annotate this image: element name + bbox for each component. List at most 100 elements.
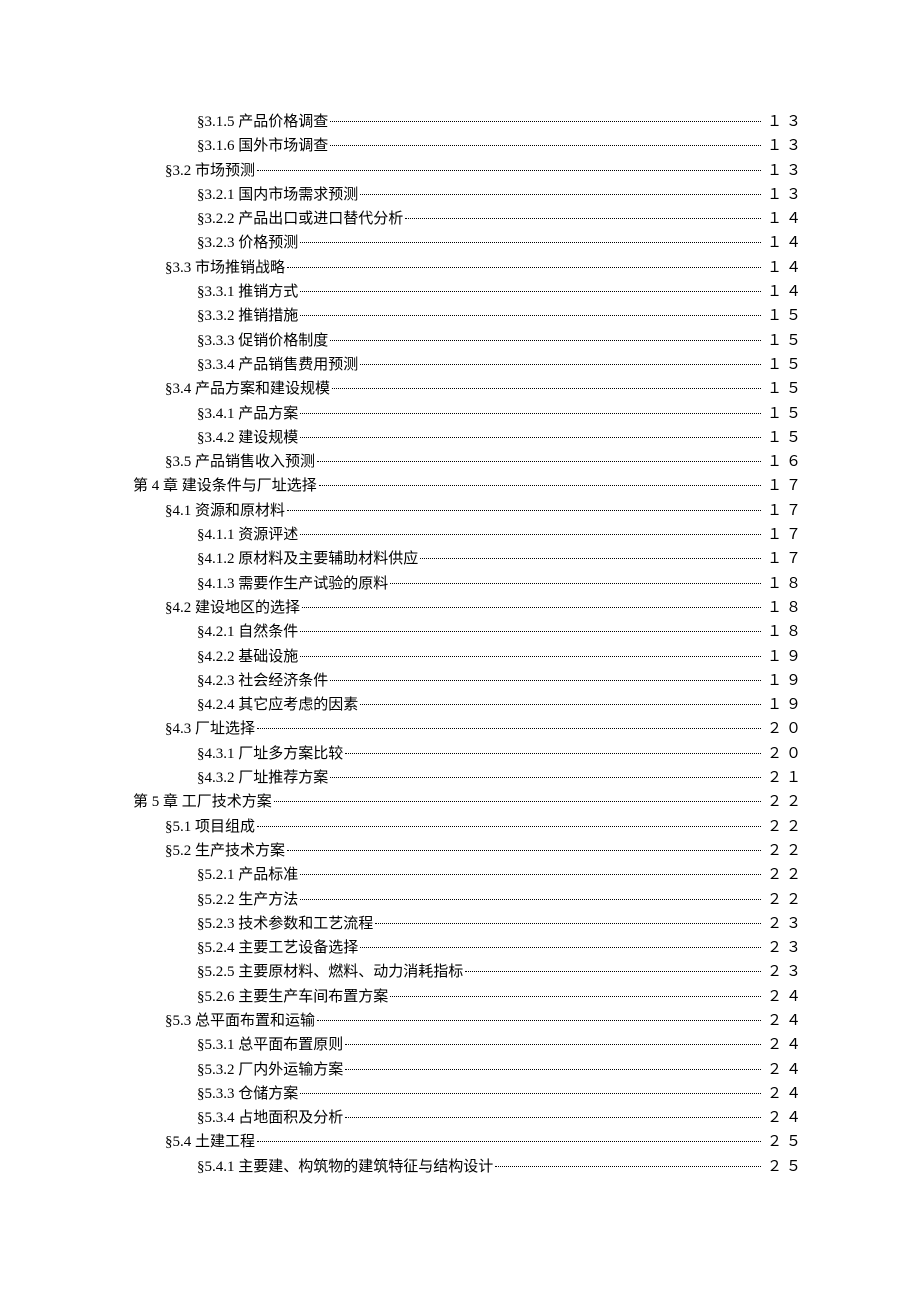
toc-leader-dots: [257, 170, 761, 171]
toc-entry-label: §3.3.2 推销措施: [197, 304, 298, 328]
toc-leader-dots: [495, 1166, 761, 1167]
toc-entry: §5.3.4 占地面积及分析 ２４: [133, 1106, 805, 1130]
toc-entry: §5.3 总平面布置和运输 ２４: [133, 1009, 805, 1033]
toc-entry-label: §3.3.1 推销方式: [197, 280, 298, 304]
toc-leader-dots: [360, 364, 761, 365]
toc-leader-dots: [257, 728, 761, 729]
toc-entry-label: §3.4.1 产品方案: [197, 402, 298, 426]
toc-leader-dots: [420, 558, 761, 559]
toc-entry-label: §4.1 资源和原材料: [165, 499, 285, 523]
toc-leader-dots: [300, 413, 761, 414]
toc-entry-label: §3.2.1 国内市场需求预测: [197, 183, 358, 207]
toc-leader-dots: [360, 194, 761, 195]
toc-entry: §4.1 资源和原材料 １７: [133, 499, 805, 523]
toc-entry-page: ２２: [765, 888, 805, 912]
toc-entry: §3.3 市场推销战略１４: [133, 256, 805, 280]
toc-entry: 第 5 章 工厂技术方案 ２２: [133, 790, 805, 814]
toc-entry: §4.1.1 资源评述 １７: [133, 523, 805, 547]
toc-entry-page: １９: [765, 645, 805, 669]
toc-entry: §3.2.3 价格预测１４: [133, 231, 805, 255]
toc-leader-dots: [330, 340, 761, 341]
toc-leader-dots: [300, 656, 761, 657]
toc-entry-page: ２４: [765, 1009, 805, 1033]
toc-entry-label: §5.2.6 主要生产车间布置方案: [197, 985, 388, 1009]
toc-leader-dots: [345, 1069, 761, 1070]
toc-entry-label: §5.3 总平面布置和运输: [165, 1009, 315, 1033]
toc-entry-label: §5.2.1 产品标准: [197, 863, 298, 887]
toc-entry-page: ２４: [765, 1082, 805, 1106]
toc-leader-dots: [375, 923, 761, 924]
toc-entry-label: §4.2.3 社会经济条件: [197, 669, 328, 693]
toc-entry-label: §5.2.5 主要原材料、燃料、动力消耗指标: [197, 960, 463, 984]
toc-entry: §5.2.3 技术参数和工艺流程 ２３: [133, 912, 805, 936]
toc-entry-label: §4.1.3 需要作生产试验的原料: [197, 572, 388, 596]
toc-entry: §4.2.3 社会经济条件１９: [133, 669, 805, 693]
toc-entry-page: ２３: [765, 912, 805, 936]
toc-entry-page: １７: [765, 499, 805, 523]
toc-entry-label: §5.2 生产技术方案: [165, 839, 285, 863]
toc-leader-dots: [287, 510, 761, 511]
toc-entry: §3.2.1 国内市场需求预测１３: [133, 183, 805, 207]
toc-entry-label: 第 5 章 工厂技术方案: [133, 790, 272, 814]
toc-leader-dots: [257, 826, 761, 827]
toc-entry-label: §4.2.4 其它应考虑的因素: [197, 693, 358, 717]
toc-entry-page: １８: [765, 572, 805, 596]
toc-entry-label: §3.3.3 促销价格制度: [197, 329, 328, 353]
toc-entry-label: §4.1.2 原材料及主要辅助材料供应: [197, 547, 418, 571]
toc-leader-dots: [287, 850, 761, 851]
toc-entry-label: §5.4.1 主要建、构筑物的建筑特征与结构设计: [197, 1155, 493, 1179]
toc-entry-label: §5.3.4 占地面积及分析: [197, 1106, 343, 1130]
toc-entry-page: ２１: [765, 766, 805, 790]
toc-entry: §5.2.5 主要原材料、燃料、动力消耗指标 ２３: [133, 960, 805, 984]
toc-entry: §3.3.4 产品销售费用预测１５: [133, 353, 805, 377]
toc-leader-dots: [465, 971, 761, 972]
toc-entry: §4.2.2 基础设施１９: [133, 645, 805, 669]
toc-leader-dots: [405, 218, 761, 219]
toc-entry: §3.3.1 推销方式１４: [133, 280, 805, 304]
toc-entry-label: §4.3 厂址选择: [165, 717, 255, 741]
toc-entry-label: §5.4 土建工程: [165, 1130, 255, 1154]
toc-leader-dots: [300, 1093, 761, 1094]
toc-entry-page: １５: [765, 426, 805, 450]
toc-entry-page: １５: [765, 304, 805, 328]
toc-entry-page: １５: [765, 353, 805, 377]
toc-entry-label: §5.1 项目组成: [165, 815, 255, 839]
toc-leader-dots: [317, 1020, 761, 1021]
toc-leader-dots: [332, 388, 761, 389]
toc-entry-label: §5.3.1 总平面布置原则: [197, 1033, 343, 1057]
toc-leader-dots: [300, 899, 761, 900]
toc-leader-dots: [257, 1141, 761, 1142]
toc-entry-page: １８: [765, 620, 805, 644]
toc-entry: §5.3.1 总平面布置原则２４: [133, 1033, 805, 1057]
toc-entry-page: ２３: [765, 960, 805, 984]
toc-entry: §4.1.2 原材料及主要辅助材料供应 １７: [133, 547, 805, 571]
toc-entry: §3.4.1 产品方案１５: [133, 402, 805, 426]
toc-entry-label: §3.2 市场预测: [165, 159, 255, 183]
toc-leader-dots: [360, 947, 761, 948]
toc-entry-page: ２４: [765, 985, 805, 1009]
toc-entry-page: ２２: [765, 863, 805, 887]
toc-entry-page: １３: [765, 110, 805, 134]
toc-entry: §5.2.2 生产方法 ２２: [133, 888, 805, 912]
toc-entry-label: §4.3.2 厂址推荐方案: [197, 766, 328, 790]
toc-entry-label: §5.2.3 技术参数和工艺流程: [197, 912, 373, 936]
toc-leader-dots: [330, 121, 761, 122]
toc-entry-page: １７: [765, 547, 805, 571]
toc-entry-page: １４: [765, 207, 805, 231]
toc-entry-page: ２５: [765, 1130, 805, 1154]
toc-entry-label: §5.3.3 仓储方案: [197, 1082, 298, 1106]
toc-entry-label: §5.2.2 生产方法: [197, 888, 298, 912]
toc-leader-dots: [300, 534, 761, 535]
toc-leader-dots: [300, 242, 761, 243]
table-of-contents: §3.1.5 产品价格调查１３§3.1.6 国外市场调查１３§3.2 市场预测１…: [0, 0, 920, 1179]
toc-entry: §4.2.4 其它应考虑的因素 １９: [133, 693, 805, 717]
toc-entry-page: １５: [765, 329, 805, 353]
toc-entry-label: §4.1.1 资源评述: [197, 523, 298, 547]
toc-entry-page: １７: [765, 474, 805, 498]
toc-entry-page: １７: [765, 523, 805, 547]
toc-entry-page: １６: [765, 450, 805, 474]
toc-entry-page: １９: [765, 693, 805, 717]
toc-entry-page: ２２: [765, 790, 805, 814]
toc-entry-label: 第 4 章 建设条件与厂址选择: [133, 474, 317, 498]
toc-entry-page: ２４: [765, 1106, 805, 1130]
